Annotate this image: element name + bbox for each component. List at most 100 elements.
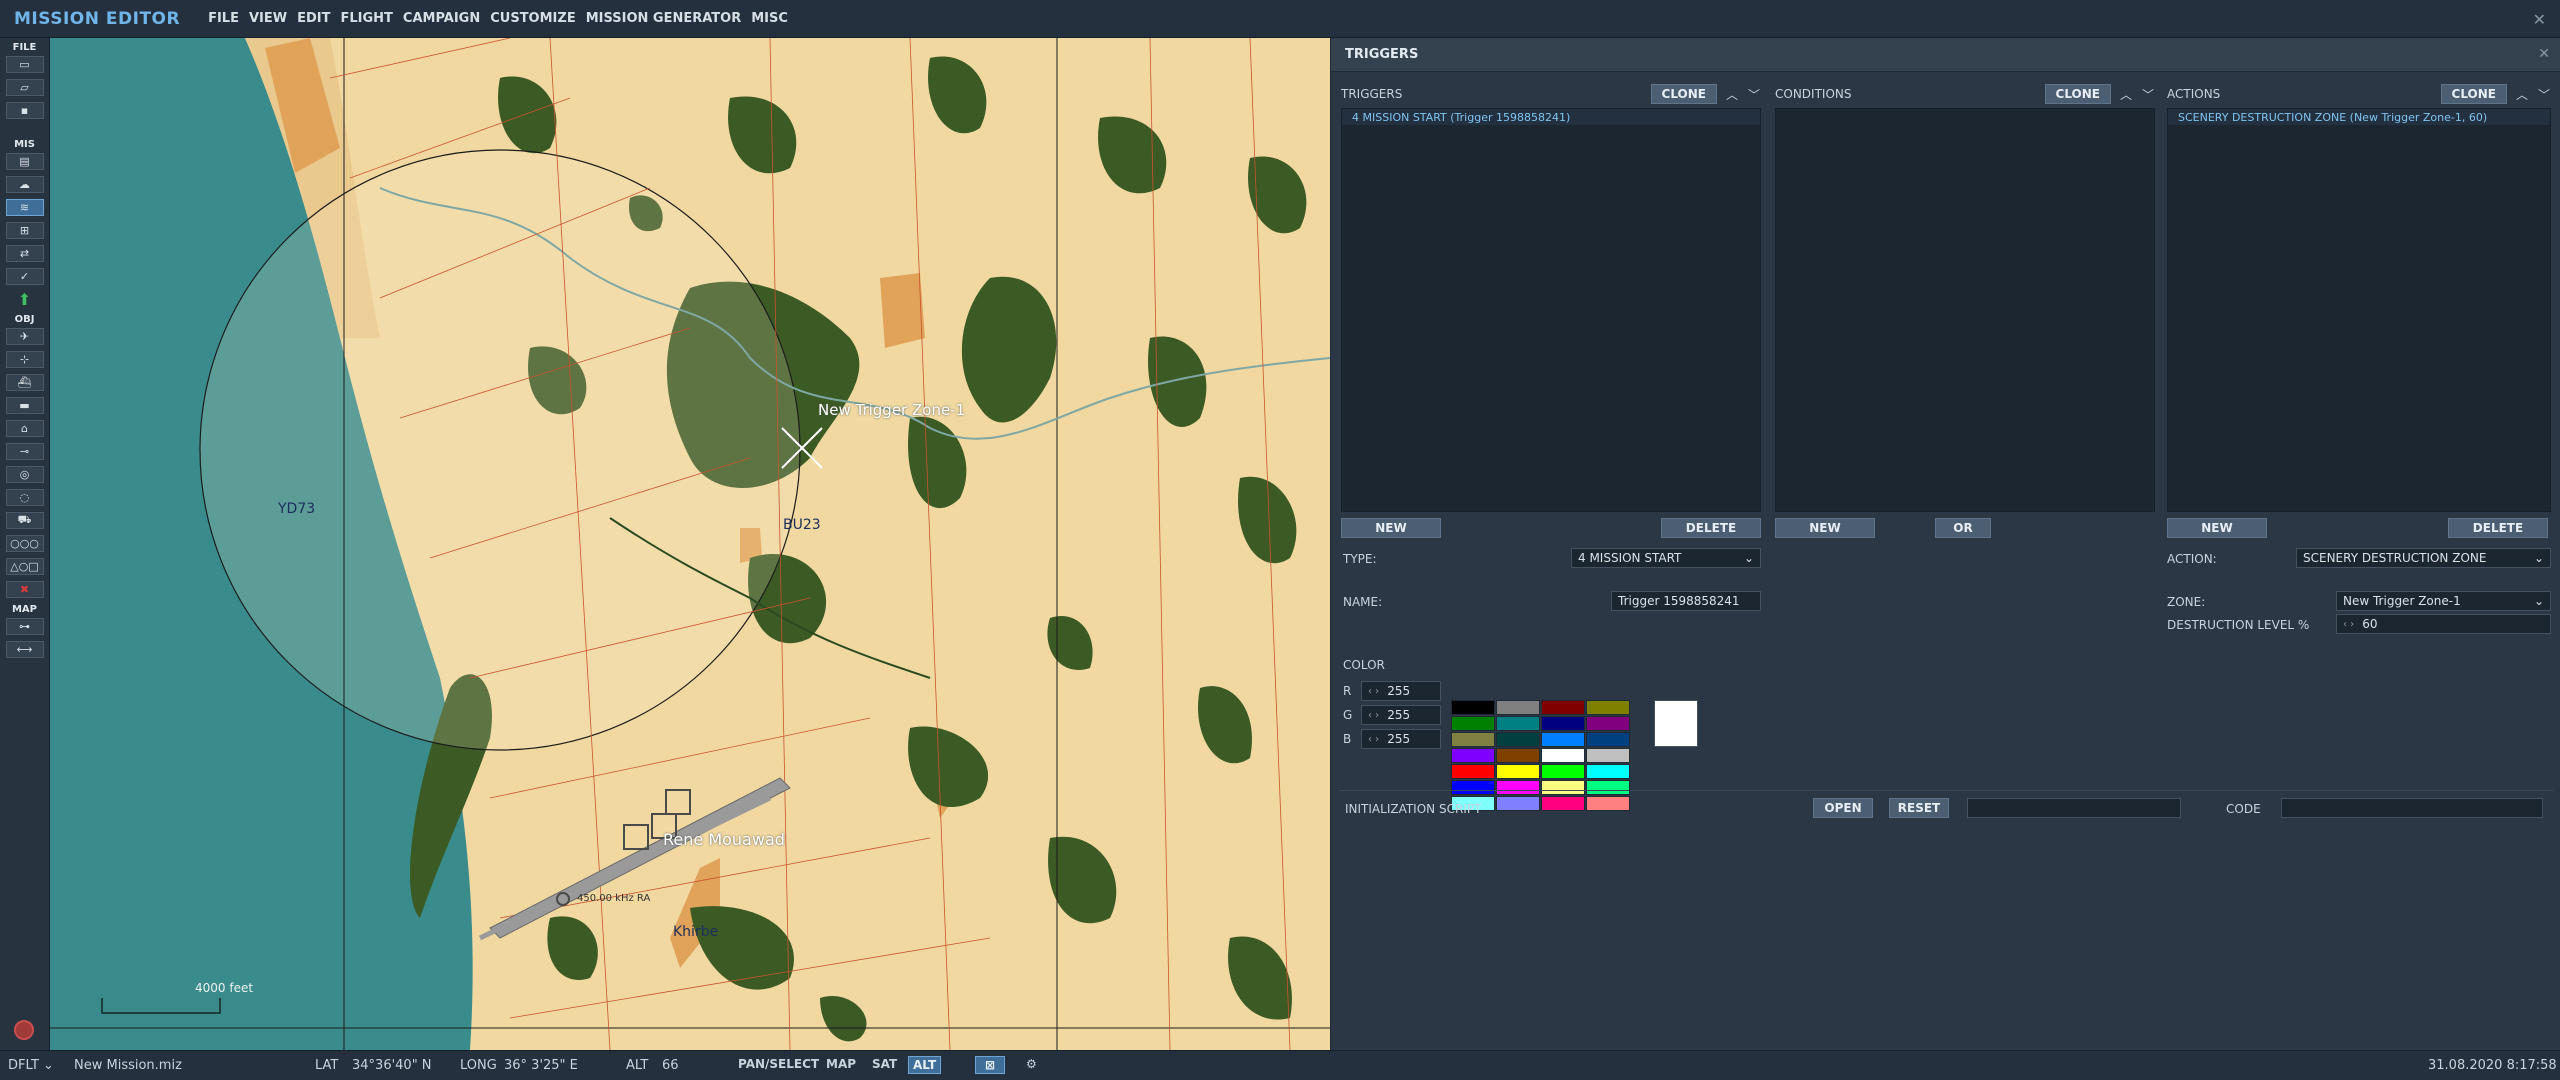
actions-move-down-icon[interactable]: ﹀ [2537, 86, 2551, 103]
color-swatch[interactable] [1451, 732, 1495, 747]
menu-customize[interactable]: CUSTOMIZE [490, 11, 575, 26]
list-item[interactable]: 4 MISSION START (Trigger 1598858241) [1342, 109, 1760, 125]
color-swatch[interactable] [1541, 700, 1585, 715]
color-swatch[interactable] [1451, 700, 1495, 715]
color-swatch[interactable] [1451, 716, 1495, 731]
color-swatch[interactable] [1541, 780, 1585, 795]
destruction-level-stepper[interactable]: ‹ › 60 [2336, 614, 2551, 634]
stepper-arrows-icon[interactable]: ‹ › [1368, 710, 1379, 721]
color-swatch[interactable] [1541, 748, 1585, 763]
menu-flight[interactable]: FLIGHT [340, 11, 392, 26]
b-stepper[interactable]: ‹ › 255 [1361, 729, 1441, 749]
color-swatch[interactable] [1586, 700, 1630, 715]
open-file-icon[interactable]: ▱ [5, 79, 44, 96]
new-file-icon[interactable]: ▭ [5, 56, 44, 73]
init-script-reset-button[interactable]: RESET [1889, 798, 1949, 818]
color-swatch[interactable] [1586, 796, 1630, 811]
conditions-list[interactable] [1775, 108, 2155, 512]
name-field[interactable]: Trigger 1598858241 [1611, 591, 1761, 611]
list-item[interactable]: SCENERY DESTRUCTION ZONE (New Trigger Zo… [2168, 109, 2550, 125]
or-condition-button[interactable]: OR [1935, 518, 1991, 538]
map-canvas[interactable] [50, 38, 1330, 1050]
conditions-move-down-icon[interactable]: ﹀ [2141, 86, 2155, 103]
color-swatch[interactable] [1541, 732, 1585, 747]
menu-file[interactable]: FILE [208, 11, 239, 26]
r-stepper[interactable]: ‹ › 255 [1361, 681, 1441, 701]
map-options-icon[interactable]: ⊶ [5, 618, 44, 635]
color-swatch[interactable] [1496, 764, 1540, 779]
view-mode-select[interactable]: DFLT ⌄ [8, 1058, 54, 1073]
add-farp-icon[interactable]: ○○○ [5, 535, 44, 552]
delete-trigger-button[interactable]: DELETE [1661, 518, 1761, 538]
triggers-move-up-icon[interactable]: ︿ [1725, 86, 1739, 103]
actions-clone-button[interactable]: CLONE [2440, 84, 2507, 104]
add-shapes-icon[interactable]: △○□ [5, 558, 44, 575]
g-stepper[interactable]: ‹ › 255 [1361, 705, 1441, 725]
stepper-arrows-icon[interactable]: ‹ › [1368, 686, 1379, 697]
pan-select-button[interactable]: PAN/SELECT [734, 1056, 823, 1072]
color-swatch[interactable] [1541, 764, 1585, 779]
type-select[interactable]: 4 MISSION START ⌄ [1571, 548, 1761, 568]
new-action-button[interactable]: NEW [2167, 518, 2267, 538]
fly-mission-icon[interactable]: ⬆ [6, 290, 44, 309]
color-swatch[interactable] [1496, 748, 1540, 763]
record-icon[interactable] [14, 1020, 34, 1040]
color-swatch[interactable] [1586, 716, 1630, 731]
triggers-clone-button[interactable]: CLONE [1650, 84, 1717, 104]
color-swatch[interactable] [1451, 780, 1495, 795]
delete-object-icon[interactable]: ✖ [5, 581, 44, 598]
add-ship-icon[interactable]: ⛴ [5, 374, 44, 391]
briefing-icon[interactable]: ▤ [5, 153, 44, 170]
color-swatch[interactable] [1586, 764, 1630, 779]
color-swatch[interactable] [1496, 732, 1540, 747]
add-static-icon[interactable]: ⌂ [5, 420, 44, 437]
triggers-icon[interactable]: ≋ [5, 199, 44, 216]
ruler-icon[interactable]: ⟷ [5, 641, 44, 658]
conditions-move-up-icon[interactable]: ︿ [2119, 86, 2133, 103]
action-select[interactable]: SCENERY DESTRUCTION ZONE ⌄ [2296, 548, 2551, 568]
add-helicopter-icon[interactable]: ⊹ [5, 351, 44, 368]
color-swatch[interactable] [1496, 796, 1540, 811]
airfield-label[interactable]: Rene Mouawad [663, 830, 785, 849]
triggers-list[interactable]: 4 MISSION START (Trigger 1598858241) [1341, 108, 1761, 512]
color-swatch[interactable] [1451, 748, 1495, 763]
color-swatch[interactable] [1496, 700, 1540, 715]
init-script-open-button[interactable]: OPEN [1813, 798, 1873, 818]
sat-mode-button[interactable]: SAT [868, 1056, 901, 1072]
color-swatch[interactable] [1541, 716, 1585, 731]
new-condition-button[interactable]: NEW [1775, 518, 1875, 538]
add-plane-icon[interactable]: ✈ [5, 328, 44, 345]
color-swatch[interactable] [1496, 780, 1540, 795]
actions-list[interactable]: SCENERY DESTRUCTION ZONE (New Trigger Zo… [2167, 108, 2551, 512]
map-mode-button[interactable]: MAP [822, 1056, 860, 1072]
menu-campaign[interactable]: CAMPAIGN [403, 11, 480, 26]
panel-close-icon[interactable]: ✕ [2538, 46, 2550, 62]
color-swatch[interactable] [1586, 780, 1630, 795]
color-swatch[interactable] [1451, 764, 1495, 779]
conditions-clone-button[interactable]: CLONE [2044, 84, 2111, 104]
new-trigger-button[interactable]: NEW [1341, 518, 1441, 538]
menu-view[interactable]: VIEW [249, 11, 287, 26]
actions-move-up-icon[interactable]: ︿ [2515, 86, 2529, 103]
color-swatch[interactable] [1586, 732, 1630, 747]
menu-edit[interactable]: EDIT [297, 11, 330, 26]
map-settings-icon[interactable]: ⚙ [1022, 1056, 1041, 1072]
weather-icon[interactable]: ☁ [5, 176, 44, 193]
map-view[interactable]: YD73 BU23 New Trigger Zone-1 Rene Mouawa… [50, 38, 1330, 1050]
add-vehicle-icon[interactable]: ▬ [5, 397, 44, 414]
alt-mode-button[interactable]: ALT [908, 1056, 942, 1074]
save-file-icon[interactable]: ▪ [5, 102, 44, 119]
color-swatch[interactable] [1541, 796, 1585, 811]
zone-select[interactable]: New Trigger Zone-1 ⌄ [2336, 591, 2551, 611]
color-swatch[interactable] [1586, 748, 1630, 763]
trigger-zone-label[interactable]: New Trigger Zone-1 [818, 401, 965, 419]
check-icon[interactable]: ✓ [5, 268, 44, 285]
map-layers-icon[interactable]: ⊠ [975, 1056, 1005, 1074]
add-template-icon[interactable]: ◌ [5, 489, 44, 506]
color-swatch[interactable] [1496, 716, 1540, 731]
goals-icon[interactable]: ⊞ [5, 222, 44, 239]
stepper-arrows-icon[interactable]: ‹ › [2343, 619, 2354, 630]
menu-misc[interactable]: MISC [751, 11, 788, 26]
add-waypoint-icon[interactable]: ⊸ [5, 443, 44, 460]
window-close-icon[interactable]: ✕ [2533, 10, 2546, 29]
